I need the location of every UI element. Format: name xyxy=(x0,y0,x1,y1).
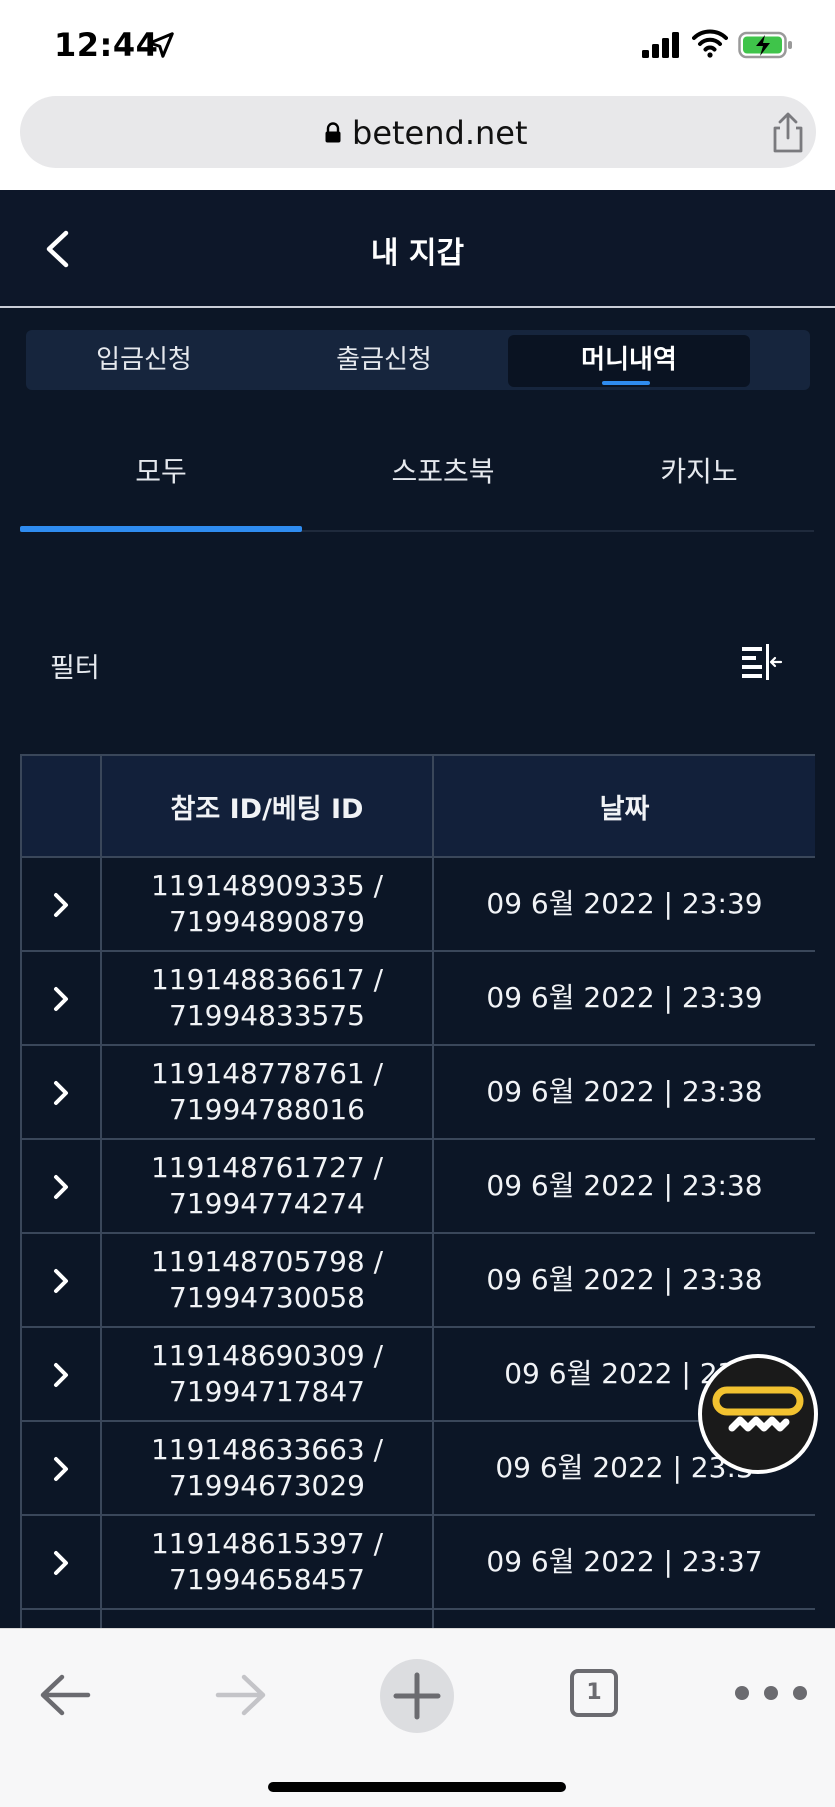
filter-label[interactable]: 필터 xyxy=(50,646,100,685)
ref-bet-id-cell: 119148761727 /71994774274 xyxy=(100,1138,434,1234)
ref-id: 119148705798 / xyxy=(150,1245,384,1278)
ref-bet-id-cell: 119148705798 /71994730058 xyxy=(100,1232,434,1328)
ref-bet-id-cell: 119148690309 /71994717847 xyxy=(100,1326,434,1422)
date-cell: 09 6월 2022 | 23:38 xyxy=(432,1138,815,1234)
table-row[interactable]: 119148909335 /71994890879 09 6월 2022 | 2… xyxy=(20,856,815,952)
cellular-signal-icon xyxy=(642,32,679,58)
column-header-date: 날짜 xyxy=(432,754,815,858)
ref-bet-id-cell: 119148836617 /71994833575 xyxy=(100,950,434,1046)
active-tab-underline xyxy=(602,381,650,385)
browser-address-area: betend.net xyxy=(0,92,835,190)
expand-cell[interactable] xyxy=(20,1326,102,1422)
table-row[interactable] xyxy=(20,1608,815,1628)
ref-bet-id-cell: 119148633663 /71994673029 xyxy=(100,1420,434,1516)
ref-id: 119148633663 / xyxy=(150,1433,384,1466)
ref-bet-id-cell: 119148909335 /71994890879 xyxy=(100,856,434,952)
history-subtabs: 모두 스포츠북 카지노 xyxy=(20,420,814,532)
column-header-expand xyxy=(20,754,102,858)
filter-collapse-icon[interactable] xyxy=(740,642,784,682)
app-header: 내 지갑 xyxy=(0,190,835,308)
ref-id: 119148836617 / xyxy=(150,963,384,996)
expand-cell[interactable] xyxy=(20,1608,102,1628)
bet-id: 71994673029 xyxy=(169,1469,365,1502)
chevron-right-icon[interactable] xyxy=(48,890,74,920)
ref-id: 119148778761 / xyxy=(150,1057,384,1090)
share-icon[interactable] xyxy=(768,112,808,154)
column-header-ref-bet-id: 참조 ID/베팅 ID xyxy=(100,754,434,858)
ref-id: 119148909335 / xyxy=(150,869,384,902)
battery-charging-icon xyxy=(738,31,792,59)
date-cell: 09 6월 2022 | 23:38 xyxy=(432,1044,815,1140)
ref-id: 119148761727 / xyxy=(150,1151,384,1184)
expand-cell[interactable] xyxy=(20,1044,102,1140)
subtab-active-indicator xyxy=(20,526,302,532)
table-row[interactable]: 119148761727 /71994774274 09 6월 2022 | 2… xyxy=(20,1138,815,1234)
table-row[interactable]: 119148615397 /71994658457 09 6월 2022 | 2… xyxy=(20,1514,815,1610)
status-time: 12:44 xyxy=(54,26,159,64)
expand-cell[interactable] xyxy=(20,1514,102,1610)
transactions-table: 참조 ID/베팅 ID 날짜 119148909335 /71994890879… xyxy=(20,754,815,1628)
date-cell xyxy=(432,1608,815,1628)
ref-bet-id-cell: 119148615397 /71994658457 xyxy=(100,1514,434,1610)
date-cell: 09 6월 2022 | 23:39 xyxy=(432,856,815,952)
ref-bet-id-cell xyxy=(100,1608,434,1628)
wallet-tabs: 입금신청 출금신청 머니내역 xyxy=(26,330,810,390)
browser-back-icon[interactable] xyxy=(38,1673,92,1717)
plus-icon xyxy=(393,1672,441,1720)
tab-deposit-request[interactable]: 입금신청 xyxy=(26,330,262,390)
floating-support-button[interactable] xyxy=(698,1354,818,1474)
table-row[interactable]: 119148705798 /71994730058 09 6월 2022 | 2… xyxy=(20,1232,815,1328)
status-bar: 12:44 xyxy=(0,0,835,92)
tab-count-button[interactable]: 1 xyxy=(570,1669,618,1717)
new-tab-button[interactable] xyxy=(380,1659,454,1733)
bet-id: 71994890879 xyxy=(169,905,365,938)
chevron-right-icon[interactable] xyxy=(48,984,74,1014)
chevron-right-icon[interactable] xyxy=(48,1078,74,1108)
chevron-right-icon[interactable] xyxy=(48,1172,74,1202)
address-bar[interactable]: betend.net xyxy=(20,96,816,168)
tab-withdraw-request[interactable]: 출금신청 xyxy=(266,330,502,390)
table-header-row: 참조 ID/베팅 ID 날짜 xyxy=(20,754,815,858)
subtab-casino[interactable]: 카지노 xyxy=(584,450,814,490)
date-cell: 09 6월 2022 | 23:37 xyxy=(432,1514,815,1610)
expand-cell[interactable] xyxy=(20,1232,102,1328)
lock-icon xyxy=(325,122,341,143)
table-row[interactable]: 119148690309 /71994717847 09 6월 2022 | 2… xyxy=(20,1326,815,1422)
chevron-right-icon[interactable] xyxy=(48,1360,74,1390)
transactions-table-container: 참조 ID/베팅 ID 날짜 119148909335 /71994890879… xyxy=(20,754,815,1628)
expand-cell[interactable] xyxy=(20,856,102,952)
browser-toolbar: 1 xyxy=(0,1628,835,1807)
date-cell: 09 6월 2022 | 23:38 xyxy=(432,1232,815,1328)
address-url: betend.net xyxy=(352,114,528,152)
hotdog-logo-icon xyxy=(712,1386,804,1432)
ref-id: 119148615397 / xyxy=(150,1527,384,1560)
expand-cell[interactable] xyxy=(20,1138,102,1234)
expand-cell[interactable] xyxy=(20,1420,102,1516)
table-row[interactable]: 119148778761 /71994788016 09 6월 2022 | 2… xyxy=(20,1044,815,1140)
page-title: 내 지갑 xyxy=(370,236,465,271)
bet-id: 71994717847 xyxy=(169,1375,365,1408)
bet-id: 71994774274 xyxy=(169,1187,365,1220)
chevron-right-icon[interactable] xyxy=(48,1548,74,1578)
table-row[interactable]: 119148633663 /71994673029 09 6월 2022 | 2… xyxy=(20,1420,815,1516)
ref-id: 119148690309 / xyxy=(150,1339,384,1372)
chevron-right-icon[interactable] xyxy=(48,1266,74,1296)
chevron-right-icon[interactable] xyxy=(48,1454,74,1484)
more-options-icon[interactable] xyxy=(728,1683,818,1703)
home-indicator xyxy=(268,1782,566,1792)
bet-id: 71994788016 xyxy=(169,1093,365,1126)
ref-bet-id-cell: 119148778761 /71994788016 xyxy=(100,1044,434,1140)
bet-id: 71994658457 xyxy=(169,1563,365,1596)
tab-money-history[interactable]: 머니내역 xyxy=(508,335,750,387)
date-cell: 09 6월 2022 | 23:39 xyxy=(432,950,815,1046)
wifi-icon xyxy=(692,29,728,58)
bet-id: 71994833575 xyxy=(169,999,365,1032)
subtab-all[interactable]: 모두 xyxy=(20,450,302,490)
table-row[interactable]: 119148836617 /71994833575 09 6월 2022 | 2… xyxy=(20,950,815,1046)
expand-cell[interactable] xyxy=(20,950,102,1046)
bet-id: 71994730058 xyxy=(169,1281,365,1314)
location-arrow-icon xyxy=(148,32,174,58)
browser-forward-icon[interactable] xyxy=(214,1673,268,1717)
subtab-sportsbook[interactable]: 스포츠북 xyxy=(302,450,584,490)
